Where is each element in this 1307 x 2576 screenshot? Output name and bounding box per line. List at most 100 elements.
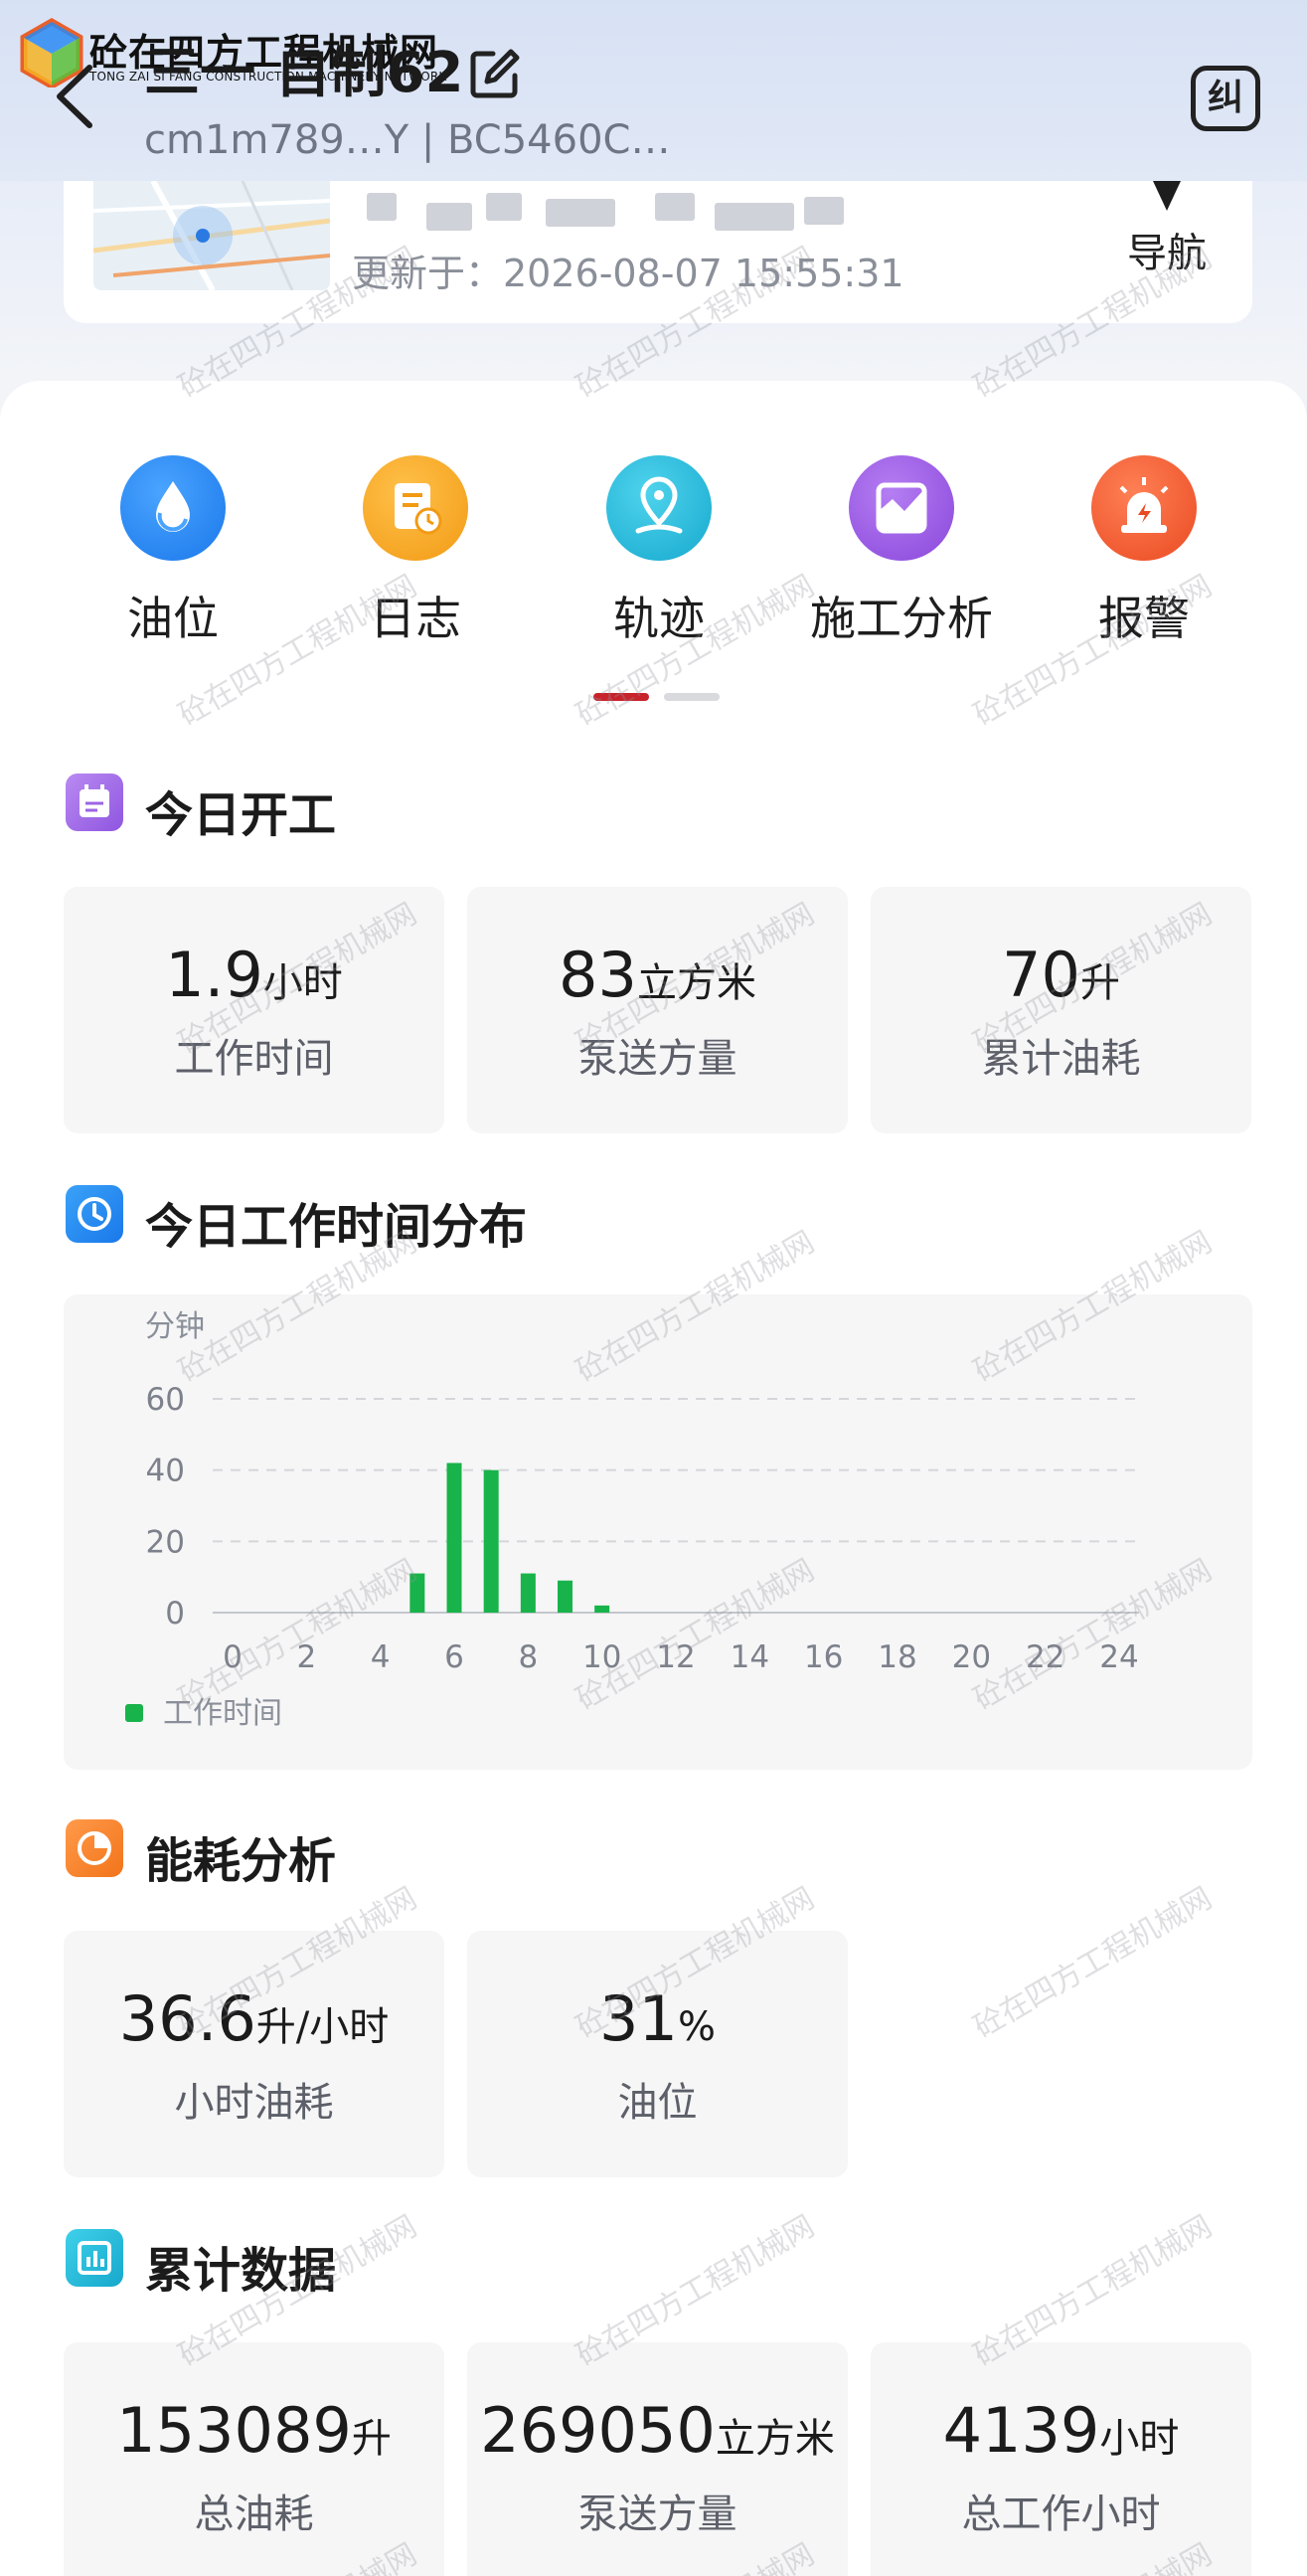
stat-value: 153089: [116, 2394, 352, 2467]
section-time-distribution-title: 今日工作时间分布: [145, 1199, 528, 1255]
location-pin-icon: [606, 455, 712, 561]
quick-oil-level-label: 油位: [127, 592, 219, 645]
stat-label: 工作时间: [174, 1036, 334, 1082]
work-time-bar-chart: 分钟02040600 2 4 6 8 10 12 14 16 18 20 22 24工作时间: [125, 1309, 1139, 1731]
clock-icon: [66, 1185, 123, 1243]
section-today-work-title: 今日开工: [145, 787, 337, 843]
x-tick-label: 24: [1099, 1639, 1138, 1675]
stat-label: 总油耗: [194, 2491, 314, 2537]
y-tick-label: 60: [146, 1382, 185, 1418]
quick-track-label: 轨迹: [613, 592, 705, 645]
stat-fuel-consumption-value: 70升: [871, 939, 1251, 1011]
quick-oil-level[interactable]: 油位: [64, 455, 282, 654]
chevron-left-icon: [57, 65, 92, 128]
stat-value: 31: [599, 1982, 678, 2055]
stat-work-time-value: 1.9小时: [64, 939, 444, 1011]
x-tick-label: 4: [371, 1639, 391, 1675]
stat-label: 累计油耗: [981, 1036, 1141, 1082]
edit-icon: [470, 49, 520, 98]
stat-label: 小时油耗: [174, 2080, 334, 2126]
quick-log-label: 日志: [370, 592, 461, 645]
navigate-button[interactable]: 导航: [1107, 181, 1226, 310]
quick-alarm-label: 报警: [1098, 592, 1190, 645]
stat-unit: 立方米: [715, 2416, 835, 2462]
quick-track[interactable]: 轨迹: [550, 455, 768, 654]
stat-unit: 立方米: [636, 960, 756, 1006]
stat-total-pump-volume-value: 269050立方米: [467, 2394, 848, 2467]
stat-pump-volume-value: 83立方米: [467, 939, 848, 1011]
log-icon: [363, 455, 468, 561]
stat-unit: 小时: [1099, 2416, 1180, 2462]
stat-value: 4139: [942, 2394, 1100, 2467]
x-tick-label: 16: [804, 1639, 843, 1675]
x-tick-label: 14: [731, 1639, 769, 1675]
stat-oil-level: 31% 油位: [467, 1931, 848, 2177]
x-tick-label: 8: [518, 1639, 538, 1675]
stat-total-fuel: 153089升 总油耗: [64, 2342, 444, 2576]
stat-unit: %: [677, 2004, 716, 2050]
oil-drop-icon: [120, 455, 226, 561]
page-indicator-active[interactable]: [593, 693, 649, 701]
quick-alarm[interactable]: 报警: [1035, 455, 1253, 654]
address-redacted: [367, 193, 844, 231]
update-time: 更新于：2026-08-07 15:55:31: [352, 252, 904, 295]
x-tick-label: 10: [582, 1639, 621, 1675]
stat-total-work-hours: 4139小时 总工作小时: [871, 2342, 1251, 2576]
stat-total-pump-volume: 269050立方米 泵送方量: [467, 2342, 848, 2576]
stat-value: 1.9: [165, 939, 263, 1011]
x-tick-label: 6: [444, 1639, 464, 1675]
stat-pump-volume: 83立方米 泵送方量: [467, 887, 848, 1133]
x-tick-label: 0: [223, 1639, 243, 1675]
edit-title-button[interactable]: [467, 48, 521, 101]
bar-chart-icon: [66, 2229, 123, 2287]
y-tick-label: 0: [165, 1596, 185, 1631]
y-tick-label: 40: [146, 1454, 185, 1489]
quick-construction-analysis-label: 施工分析: [810, 592, 993, 645]
navigate-label: 导航: [1127, 231, 1207, 276]
stat-value: 70: [1002, 939, 1080, 1011]
stat-label: 泵送方量: [577, 2491, 737, 2537]
page-title: 三一 自制62: [144, 41, 464, 105]
y-tick-label: 20: [146, 1524, 185, 1560]
quick-construction-analysis[interactable]: 施工分析: [792, 455, 1011, 654]
section-cumulative-title: 累计数据: [145, 2243, 337, 2299]
bar: [483, 1469, 499, 1613]
legend-swatch: [125, 1704, 143, 1722]
quick-log[interactable]: 日志: [306, 455, 525, 654]
y-axis-label: 分钟: [145, 1309, 205, 1344]
back-button[interactable]: [52, 62, 99, 131]
bar: [409, 1573, 425, 1613]
stat-value: 36.6: [118, 1982, 256, 2055]
stat-hourly-fuel-value: 36.6升/小时: [64, 1982, 444, 2055]
stat-oil-level-value: 31%: [467, 1982, 848, 2055]
alarm-icon: [1091, 455, 1197, 561]
x-tick-label: 18: [878, 1639, 916, 1675]
stat-label: 总工作小时: [961, 2491, 1161, 2537]
stat-fuel-consumption: 70升 累计油耗: [871, 887, 1251, 1133]
x-tick-label: 20: [952, 1639, 991, 1675]
map-thumbnail[interactable]: [93, 181, 330, 290]
stat-hourly-fuel: 36.6升/小时 小时油耗: [64, 1931, 444, 2177]
analysis-icon: [849, 455, 954, 561]
bar: [558, 1580, 572, 1613]
stat-unit: 升/小时: [255, 2004, 390, 2050]
bar: [446, 1462, 462, 1613]
bar: [520, 1573, 536, 1613]
map-icon: [93, 181, 330, 290]
x-tick-label: 22: [1026, 1639, 1064, 1675]
stat-value: 269050: [480, 2394, 716, 2467]
stat-label: 泵送方量: [577, 1036, 737, 1082]
legend-label: 工作时间: [163, 1696, 282, 1731]
stat-value: 83: [559, 939, 637, 1011]
pie-chart-icon: [66, 1819, 123, 1877]
calendar-icon: [66, 773, 123, 831]
section-energy-title: 能耗分析: [145, 1833, 337, 1889]
stat-unit: 升: [351, 2416, 392, 2462]
correction-button[interactable]: 纠: [1191, 66, 1260, 131]
location-card[interactable]: 更新于：2026-08-07 15:55:31 导航: [64, 181, 1252, 323]
bar: [594, 1605, 610, 1613]
stat-unit: 小时: [262, 960, 343, 1006]
stat-unit: 升: [1079, 960, 1120, 1006]
x-tick-label: 12: [656, 1639, 695, 1675]
page-indicator[interactable]: [664, 693, 720, 701]
